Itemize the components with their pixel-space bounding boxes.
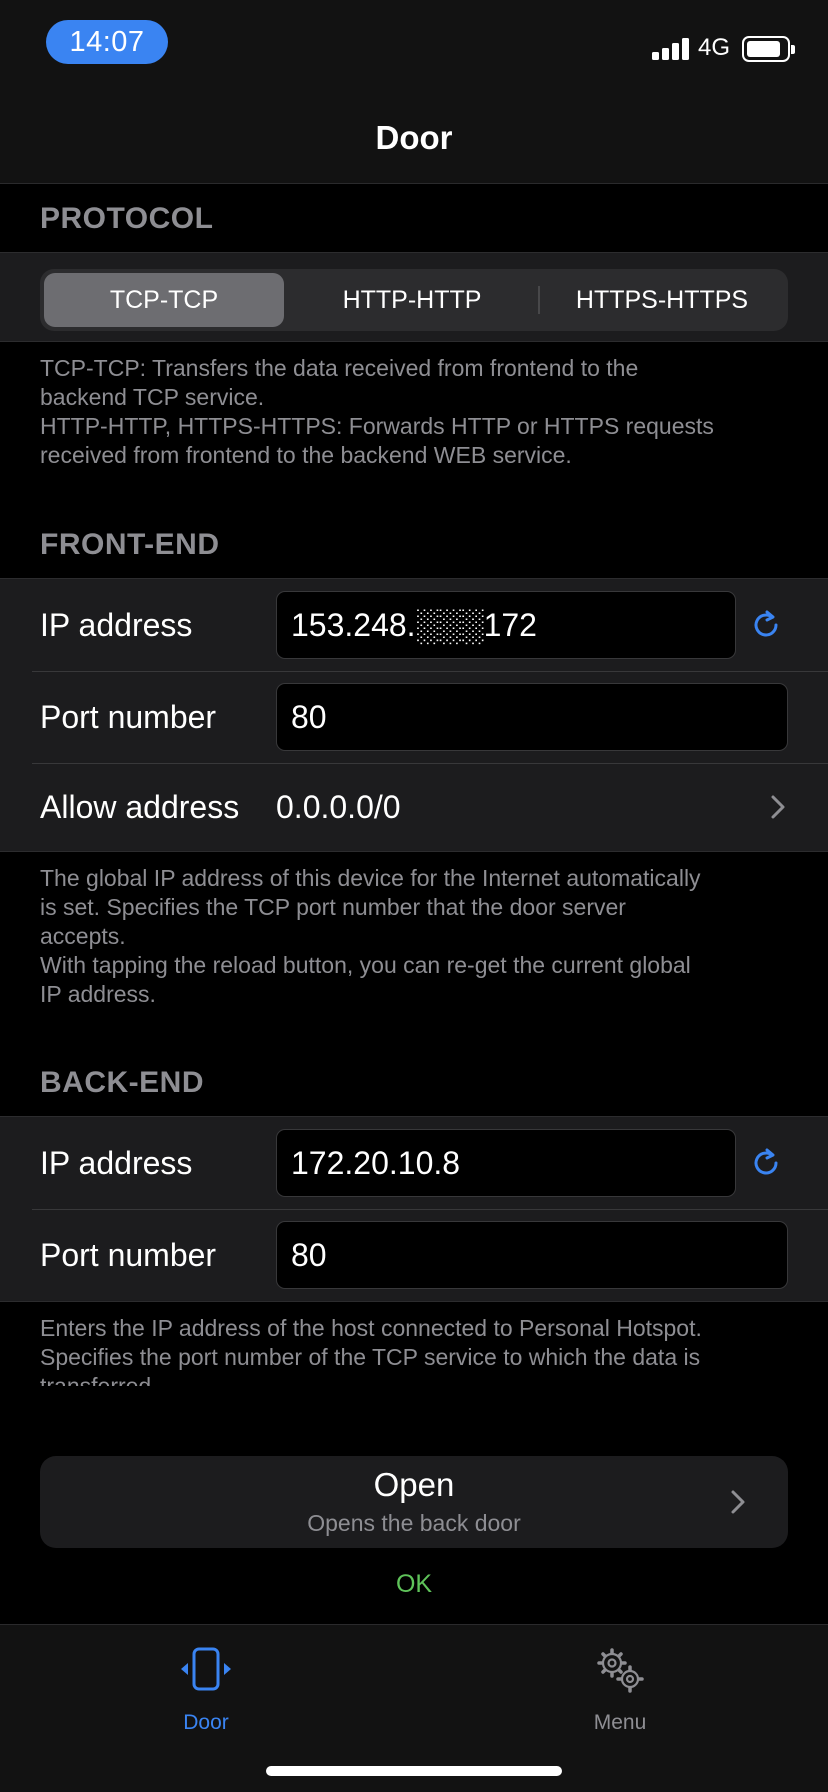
back-end-footnote: Enters the IP address of the host connec…: [40, 1315, 702, 1386]
front-end-reload-icon[interactable]: [748, 607, 784, 643]
protocol-group: TCP-TCP HTTP-HTTP HTTPS-HTTPS: [0, 252, 828, 342]
back-end-section-header: BACK-END: [40, 1066, 204, 1099]
open-button-title: Open: [373, 1466, 455, 1503]
back-end-port-field[interactable]: 80: [276, 1221, 788, 1289]
protocol-section-header: PROTOCOL: [40, 202, 214, 235]
front-end-ip-label: IP address: [40, 606, 193, 643]
back-end-port-row: Port number 80: [0, 1209, 828, 1301]
front-end-ip-row: IP address 153.248.░░░172: [0, 579, 828, 671]
front-end-port-label: Port number: [40, 698, 217, 735]
back-end-port-label: Port number: [40, 1236, 217, 1273]
segment-tcp-tcp[interactable]: TCP-TCP: [44, 273, 284, 327]
gears-icon: [597, 1648, 644, 1693]
back-end-ip-row: IP address 172.20.10.8: [0, 1117, 828, 1209]
status-bar: 14:07 4G: [0, 0, 828, 92]
front-end-port-field[interactable]: 80: [276, 683, 788, 751]
allow-address-value: 0.0.0.0/0: [276, 788, 401, 825]
tab-menu-label: Menu: [593, 1711, 647, 1734]
protocol-segmented-control: TCP-TCP HTTP-HTTP HTTPS-HTTPS: [40, 269, 788, 331]
open-button-subtitle: Opens the back door: [307, 1510, 521, 1536]
front-end-ip-field[interactable]: 153.248.░░░172: [276, 591, 736, 659]
segment-https-https[interactable]: HTTPS-HTTPS: [540, 273, 784, 327]
door-icon: [181, 1647, 231, 1691]
back-end-ip-field[interactable]: 172.20.10.8: [276, 1129, 736, 1197]
open-button[interactable]: Open Opens the back door: [40, 1456, 788, 1548]
front-end-section-header: FRONT-END: [40, 528, 220, 561]
page-title: Door: [375, 118, 453, 156]
chevron-right-icon: [771, 795, 785, 819]
back-end-ip-label: IP address: [40, 1144, 193, 1181]
front-end-group: IP address 153.248.░░░172 Port number 80…: [0, 578, 828, 852]
network-type: 4G: [698, 34, 731, 61]
navigation-bar: Door: [0, 92, 828, 184]
allow-address-row[interactable]: Allow address 0.0.0.0/0: [0, 761, 828, 853]
front-end-port-row: Port number 80: [0, 671, 828, 763]
protocol-footnote: TCP-TCP: Transfers the data received fro…: [40, 355, 714, 468]
chevron-right-icon: [731, 1490, 745, 1514]
front-end-footnote: The global IP address of this device for…: [40, 865, 701, 1007]
status-message: OK: [395, 1570, 433, 1598]
cellular-signal-icon: [652, 38, 692, 60]
tab-door[interactable]: Door: [126, 1645, 286, 1755]
battery-icon: [742, 36, 795, 62]
back-end-group: IP address 172.20.10.8 Port number 80: [0, 1116, 828, 1302]
allow-address-label: Allow address: [40, 788, 240, 825]
tab-door-label: Door: [183, 1711, 229, 1734]
home-indicator: [266, 1766, 562, 1776]
tab-menu[interactable]: Menu: [540, 1645, 700, 1755]
segment-http-http[interactable]: HTTP-HTTP: [288, 273, 536, 327]
status-time[interactable]: 14:07: [46, 20, 168, 64]
back-end-reload-icon[interactable]: [748, 1145, 784, 1181]
